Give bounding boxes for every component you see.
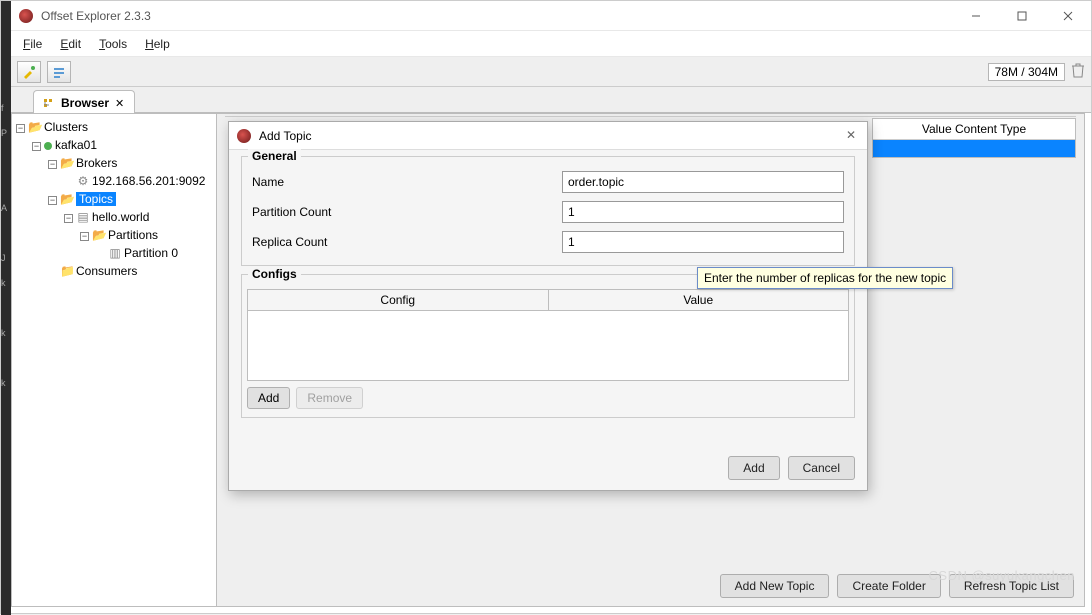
configs-legend: Configs xyxy=(248,267,301,281)
app-window: fP A Jk k k Offset Explorer 2.3.3 File E… xyxy=(0,0,1092,614)
add-topic-dialog: Add Topic ✕ General Name Partition Count… xyxy=(228,121,868,491)
tree-partitions[interactable]: Partitions xyxy=(108,228,158,242)
gc-button[interactable] xyxy=(1071,62,1085,81)
menu-tools[interactable]: Tools xyxy=(99,37,127,51)
tab-label: Browser xyxy=(61,96,109,110)
tree-topic-helloworld[interactable]: hello.world xyxy=(92,210,149,224)
expander-icon[interactable]: − xyxy=(32,142,41,151)
tree-icon xyxy=(44,98,56,108)
settings-button[interactable] xyxy=(47,61,71,83)
menu-file[interactable]: File xyxy=(23,37,42,51)
expander-icon[interactable]: − xyxy=(16,124,25,133)
content-type-header: Value Content Type xyxy=(873,119,1075,140)
dialog-add-button[interactable]: Add xyxy=(728,456,779,480)
remove-config-button: Remove xyxy=(296,387,363,409)
replica-count-input[interactable] xyxy=(562,231,844,253)
replica-count-label: Replica Count xyxy=(252,235,562,249)
tree-topics-selected[interactable]: Topics xyxy=(76,192,116,206)
maximize-button[interactable] xyxy=(999,1,1045,31)
name-input[interactable] xyxy=(562,171,844,193)
gear-icon: ⚙ xyxy=(76,172,90,190)
tooltip: Enter the number of replicas for the new… xyxy=(697,267,953,289)
dialog-title: Add Topic xyxy=(259,129,311,143)
left-edge-shadow: fP A Jk k k xyxy=(1,1,11,615)
window-title: Offset Explorer 2.3.3 xyxy=(41,9,151,23)
expander-icon[interactable]: − xyxy=(64,214,73,223)
menu-help[interactable]: Help xyxy=(145,37,170,51)
app-icon xyxy=(237,129,251,143)
menu-bar: File Edit Tools Help xyxy=(11,31,1091,57)
partition-count-label: Partition Count xyxy=(252,205,562,219)
general-legend: General xyxy=(248,149,301,163)
partition-count-input[interactable] xyxy=(562,201,844,223)
minimize-button[interactable] xyxy=(953,1,999,31)
tree-broker-1[interactable]: 192.168.56.201:9092 xyxy=(92,174,205,188)
folder-open-icon: 📂 xyxy=(60,154,74,172)
menu-edit[interactable]: Edit xyxy=(60,37,81,51)
add-config-button[interactable]: Add xyxy=(247,387,290,409)
tree-cluster-kafka01[interactable]: kafka01 xyxy=(55,138,97,152)
name-label: Name xyxy=(252,175,562,189)
folder-closed-icon: 📁 xyxy=(60,262,74,280)
expander-icon[interactable]: − xyxy=(48,160,57,169)
expander-icon[interactable]: − xyxy=(48,196,57,205)
dialog-title-bar: Add Topic ✕ xyxy=(229,122,867,150)
content-type-panel: Value Content Type xyxy=(872,118,1076,158)
tree-consumers[interactable]: Consumers xyxy=(76,264,137,278)
memory-indicator: 78M / 304M xyxy=(988,63,1065,81)
tree-clusters[interactable]: Clusters xyxy=(44,120,88,134)
topic-icon: ▤ xyxy=(76,208,90,226)
app-icon xyxy=(19,9,33,23)
dialog-close-icon[interactable]: ✕ xyxy=(843,128,859,144)
close-button[interactable] xyxy=(1045,1,1091,31)
toolbar: 78M / 304M xyxy=(11,57,1091,87)
title-bar: Offset Explorer 2.3.3 xyxy=(11,1,1091,31)
configs-fieldset: Configs Config Value Add Remove xyxy=(241,274,855,418)
status-dot-icon xyxy=(44,142,52,150)
watermark: CSDN @suyukangchen xyxy=(929,568,1075,583)
tab-close-icon[interactable]: ✕ xyxy=(115,97,124,110)
create-folder-button[interactable]: Create Folder xyxy=(837,574,940,598)
config-column-header[interactable]: Config xyxy=(248,290,549,311)
add-new-topic-button[interactable]: Add New Topic xyxy=(720,574,830,598)
configs-table-body[interactable] xyxy=(247,311,849,381)
content-type-selected-row[interactable] xyxy=(873,140,1075,157)
tab-row: Browser ✕ xyxy=(11,87,1091,113)
folder-open-icon: 📂 xyxy=(60,190,74,208)
connect-button[interactable] xyxy=(17,61,41,83)
tree-pane: −📂Clusters −kafka01 −📂Brokers ⚙192.168.5… xyxy=(12,114,217,606)
general-fieldset: General Name Partition Count Replica Cou… xyxy=(241,156,855,266)
tree-partition-0[interactable]: Partition 0 xyxy=(124,246,178,260)
expander-icon[interactable]: − xyxy=(80,232,89,241)
tree-brokers[interactable]: Brokers xyxy=(76,156,117,170)
value-column-header[interactable]: Value xyxy=(548,290,849,311)
configs-table: Config Value xyxy=(247,289,849,311)
partition-icon: ▥ xyxy=(108,244,122,262)
folder-open-icon: 📂 xyxy=(28,118,42,136)
folder-open-icon: 📂 xyxy=(92,226,106,244)
dialog-cancel-button[interactable]: Cancel xyxy=(788,456,855,480)
